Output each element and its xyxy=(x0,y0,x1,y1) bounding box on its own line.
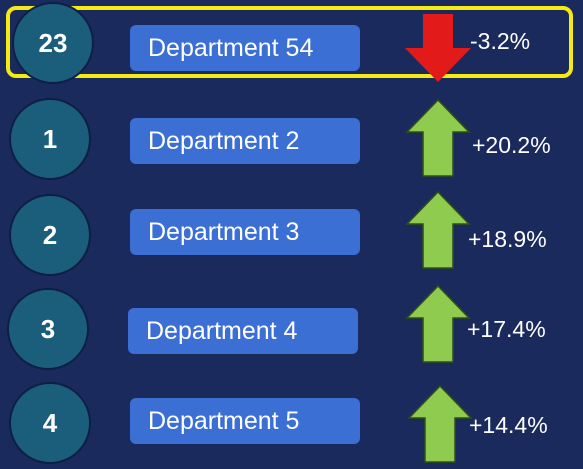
change-value: -3.2% xyxy=(470,28,531,54)
rank-badge: 4 xyxy=(9,382,91,464)
rank-badge: 23 xyxy=(12,2,94,84)
rank-badge: 1 xyxy=(9,98,91,180)
ranking-row[interactable]: 3 Department 4 +17.4% xyxy=(0,282,583,372)
highlighted-row[interactable]: 23 Department 54 -3.2% xyxy=(0,0,583,90)
ranking-row[interactable]: 1 Department 2 +20.2% xyxy=(0,92,583,182)
department-label: Department 4 xyxy=(128,308,358,354)
change-value: +18.9% xyxy=(468,226,547,252)
department-label: Department 2 xyxy=(130,118,360,164)
ranking-row[interactable]: 4 Department 5 +14.4% xyxy=(0,378,583,468)
arrow-up-icon xyxy=(405,284,471,363)
ranking-row[interactable]: 2 Department 3 +18.9% xyxy=(0,188,583,278)
change-value: +20.2% xyxy=(472,132,551,158)
change-value: +17.4% xyxy=(467,316,546,342)
rank-badge: 3 xyxy=(7,288,89,370)
arrow-up-icon xyxy=(407,384,473,463)
change-value: +14.4% xyxy=(469,412,548,438)
department-label: Department 3 xyxy=(130,209,360,255)
rank-badge: 2 xyxy=(9,194,91,276)
department-label: Department 5 xyxy=(130,398,360,444)
department-label: Department 54 xyxy=(130,25,360,71)
arrow-up-icon xyxy=(405,190,471,269)
arrow-down-icon xyxy=(405,14,471,82)
arrow-up-icon xyxy=(405,98,471,177)
